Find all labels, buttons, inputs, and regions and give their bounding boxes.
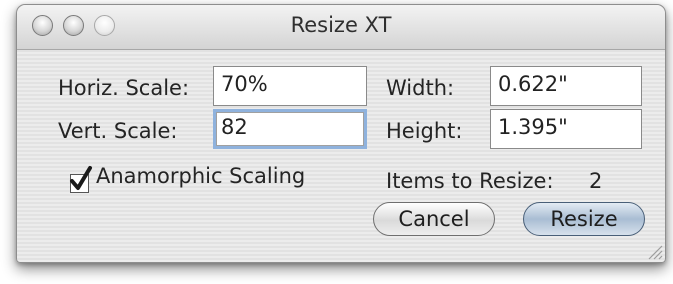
anamorphic-label[interactable]: Anamorphic Scaling [96,164,305,188]
resize-xt-window: Resize XT Horiz. Scale: 70% Vert. Scale:… [16,4,666,263]
vert-scale-field[interactable]: 82 [213,109,367,149]
horiz-scale-field[interactable]: 70% [213,66,367,106]
checkmark-icon [70,166,92,190]
resize-button[interactable]: Resize [523,202,645,236]
horiz-scale-label: Horiz. Scale: [58,76,190,100]
items-count: 2 [589,169,603,193]
cancel-button[interactable]: Cancel [373,202,495,236]
items-to-resize-label: Items to Resize: [386,169,554,193]
height-field[interactable]: 1.395" [490,109,642,149]
vert-scale-label: Vert. Scale: [58,119,178,143]
titlebar[interactable]: Resize XT [17,5,665,50]
width-label: Width: [386,76,455,100]
window-title: Resize XT [290,13,392,37]
resize-grip-icon[interactable] [645,242,663,260]
height-label: Height: [386,119,463,143]
width-field[interactable]: 0.622" [490,66,642,106]
